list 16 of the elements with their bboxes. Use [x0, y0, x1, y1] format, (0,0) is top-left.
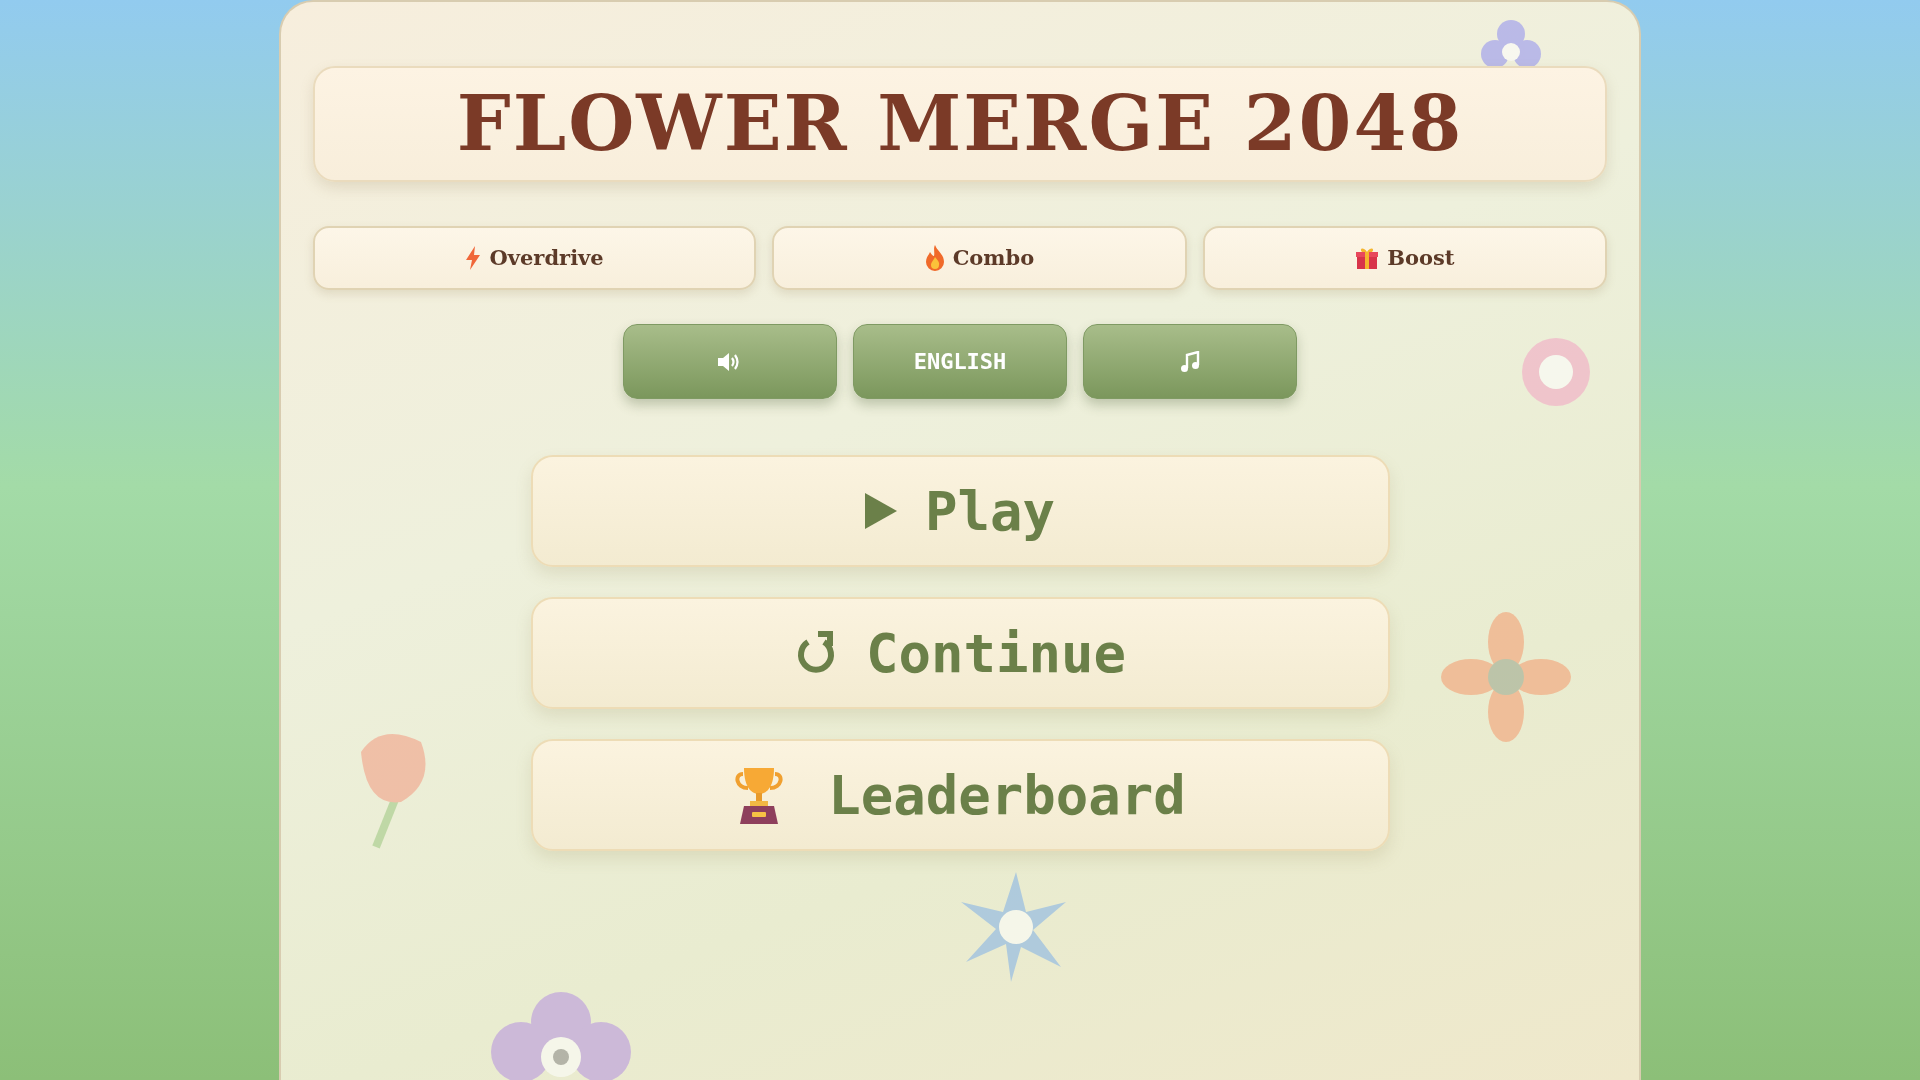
sound-button[interactable]	[623, 324, 837, 399]
music-button[interactable]	[1083, 324, 1297, 399]
gift-icon	[1355, 246, 1380, 270]
play-button[interactable]: Play	[530, 455, 1390, 567]
music-note-icon	[1180, 350, 1200, 373]
flame-icon	[924, 245, 945, 271]
continue-button[interactable]: Continue	[530, 597, 1390, 709]
game-title: FLOWER MERGE 2048	[456, 86, 1464, 162]
bolt-icon	[465, 246, 482, 270]
powerup-button[interactable]: Combo	[772, 226, 1187, 290]
language-button[interactable]: ENGLISH	[853, 324, 1067, 399]
powerup-button[interactable]: Overdrive	[313, 226, 757, 290]
play-icon	[864, 493, 897, 529]
leaderboard-button[interactable]: Leaderboard	[530, 739, 1390, 851]
trophy-icon	[734, 766, 785, 824]
powerup-button[interactable]: Boost	[1202, 226, 1607, 290]
